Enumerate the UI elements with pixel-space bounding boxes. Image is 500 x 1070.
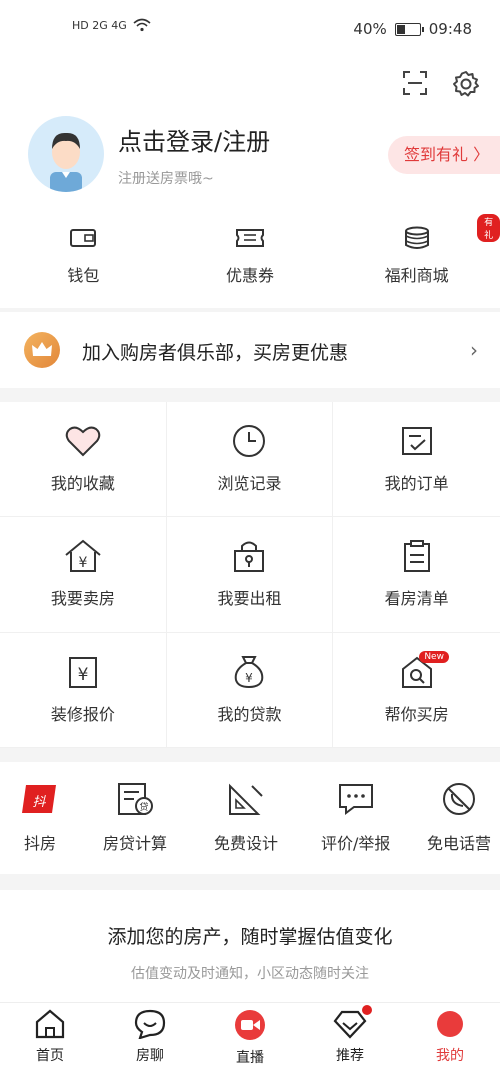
- grid-label: 我的收藏: [50, 474, 115, 493]
- grid-item-viewing-list[interactable]: 看房清单: [333, 517, 500, 633]
- diamond-icon: [333, 1010, 367, 1039]
- svg-text:¥: ¥: [246, 671, 254, 685]
- wallet-item-coupon[interactable]: 优惠券: [167, 226, 334, 286]
- tab-home[interactable]: 首页: [0, 1003, 100, 1070]
- login-subtitle: 注册送房票哦~: [118, 171, 214, 187]
- network-text: HD 2G 4G: [72, 18, 127, 32]
- clock-time: 09:48: [428, 20, 472, 38]
- tool-label: 免电话营: [427, 834, 492, 853]
- tool-no-phone-marketing[interactable]: 免电话营: [427, 782, 491, 854]
- buyer-club-banner[interactable]: 加入购房者俱乐部，买房更优惠 ›: [0, 312, 500, 388]
- money-bag-icon: ¥: [235, 655, 264, 688]
- coins-icon: [404, 226, 429, 249]
- tab-live[interactable]: 直播: [200, 1003, 300, 1070]
- tab-label: 房聊: [136, 1048, 164, 1064]
- tool-doufang[interactable]: 抖 抖房: [18, 782, 62, 854]
- ruler-icon: [229, 783, 263, 815]
- grid-label: 装修报价: [50, 704, 115, 724]
- wallet-row: 钱包 优惠券 有礼 福利商城: [0, 214, 500, 286]
- live-camera-icon: [235, 1010, 265, 1040]
- tab-recommend[interactable]: 推荐: [300, 1003, 400, 1070]
- tab-chat[interactable]: 房聊: [100, 1003, 200, 1070]
- bottom-tab-bar: 首页 房聊 直播 推荐 我的: [0, 1002, 500, 1070]
- tab-label: 直播: [236, 1050, 264, 1066]
- grid-label: 浏览记录: [217, 474, 282, 493]
- grid-item-loans[interactable]: ¥ 我的贷款: [166, 632, 334, 748]
- battery-icon: [394, 22, 424, 36]
- coupon-icon: [236, 229, 264, 247]
- order-icon: [401, 427, 432, 455]
- grid-item-history[interactable]: 浏览记录: [166, 402, 334, 518]
- grid-label: 我的订单: [384, 474, 449, 493]
- tools-row: 抖 抖房 贷 房贷计算 免费设计 评价/举报 免电话营: [0, 762, 500, 874]
- tool-label: 房贷计算: [103, 834, 168, 853]
- svg-text:抖: 抖: [32, 795, 46, 810]
- home-icon: [35, 1009, 65, 1039]
- calculator-icon: 贷: [118, 783, 153, 815]
- new-badge: New: [419, 650, 449, 663]
- grid-item-renovation-quote[interactable]: ¥ 装修报价: [0, 632, 167, 748]
- tab-label: 首页: [36, 1048, 64, 1064]
- wallet-item-mall[interactable]: 有礼 福利商城: [333, 214, 500, 286]
- svg-text:¥: ¥: [78, 555, 87, 571]
- tab-label: 我的: [436, 1048, 464, 1064]
- house-yen-icon: ¥: [65, 540, 101, 573]
- tab-label: 推荐: [336, 1048, 364, 1064]
- svg-text:¥: ¥: [77, 665, 88, 685]
- property-subtitle: 估值变动及时通知，小区动态随时关注: [131, 966, 369, 982]
- grid-item-sell-house[interactable]: ¥ 我要卖房: [0, 517, 167, 633]
- default-avatar-icon: [50, 132, 82, 192]
- clock-icon: [233, 425, 266, 457]
- profile-header: 点击登录/注册 注册送房票哦~ 签到有礼 〉 钱包 优惠券 有礼 福利商城: [0, 58, 500, 308]
- status-bar: HD 2G 4G 40% 09:48: [0, 0, 500, 58]
- wallet-icon: [70, 229, 97, 247]
- scan-icon[interactable]: [402, 70, 428, 96]
- wallet-item-wallet[interactable]: 钱包: [0, 226, 167, 286]
- grid-label: 我的贷款: [217, 704, 282, 724]
- chevron-right-icon: ›: [470, 338, 478, 362]
- property-title: 添加您的房产，随时掌握估值变化: [107, 926, 393, 948]
- signin-reward-button[interactable]: 签到有礼 〉: [388, 136, 500, 174]
- tool-mortgage-calculator[interactable]: 贷 房贷计算: [103, 782, 167, 854]
- svg-text:贷: 贷: [139, 801, 148, 813]
- wifi-icon: [133, 18, 151, 32]
- grid-item-rent-out[interactable]: 我要出租: [166, 517, 334, 633]
- wallet-label: 钱包: [67, 266, 100, 285]
- grid-item-help-buy[interactable]: New 帮你买房: [333, 633, 500, 748]
- grid-label: 帮你买房: [384, 704, 449, 724]
- no-phone-icon: [443, 783, 475, 815]
- grid-label: 我要卖房: [50, 589, 115, 609]
- crown-icon: [24, 332, 60, 368]
- tool-review-report[interactable]: 评价/举报: [321, 782, 390, 854]
- tab-profile[interactable]: 我的: [400, 1003, 500, 1070]
- tool-label: 免费设计: [214, 834, 279, 853]
- clipboard-icon: [403, 540, 430, 573]
- gear-icon[interactable]: [452, 70, 480, 98]
- coupon-label: 优惠券: [226, 266, 275, 285]
- function-grid: 我的收藏 浏览记录 我的订单 ¥ 我要卖房 我要出租 看房清单 ¥ 装修报价 ¥…: [0, 402, 500, 748]
- club-text: 加入购房者俱乐部，买房更优惠: [82, 342, 349, 364]
- chat-bubble-icon: [134, 1009, 166, 1040]
- notification-dot: [362, 1005, 372, 1015]
- chat-icon: [338, 784, 373, 815]
- quote-icon: ¥: [68, 656, 97, 688]
- heart-icon: [65, 426, 101, 457]
- mall-label: 福利商城: [384, 266, 449, 285]
- tool-free-design[interactable]: 免费设计: [214, 782, 278, 854]
- grid-item-orders[interactable]: 我的订单: [333, 402, 500, 518]
- battery-percent: 40%: [353, 20, 387, 38]
- grid-item-favorites[interactable]: 我的收藏: [0, 402, 167, 518]
- gift-badge: 有礼: [477, 214, 500, 242]
- grid-label: 看房清单: [384, 589, 449, 609]
- network-indicators: HD 2G 4G: [72, 18, 151, 32]
- add-property-card[interactable]: 添加您的房产，随时掌握估值变化 估值变动及时通知，小区动态随时关注: [0, 890, 500, 1002]
- grid-label: 我要出租: [217, 589, 282, 609]
- doufang-logo-icon: 抖: [22, 785, 56, 813]
- avatar[interactable]: [28, 116, 104, 192]
- tool-label: 评价/举报: [321, 834, 391, 853]
- profile-icon: [437, 1011, 463, 1037]
- login-title[interactable]: 点击登录/注册: [118, 122, 270, 157]
- tool-label: 抖房: [23, 834, 56, 853]
- rent-lock-icon: [234, 541, 265, 573]
